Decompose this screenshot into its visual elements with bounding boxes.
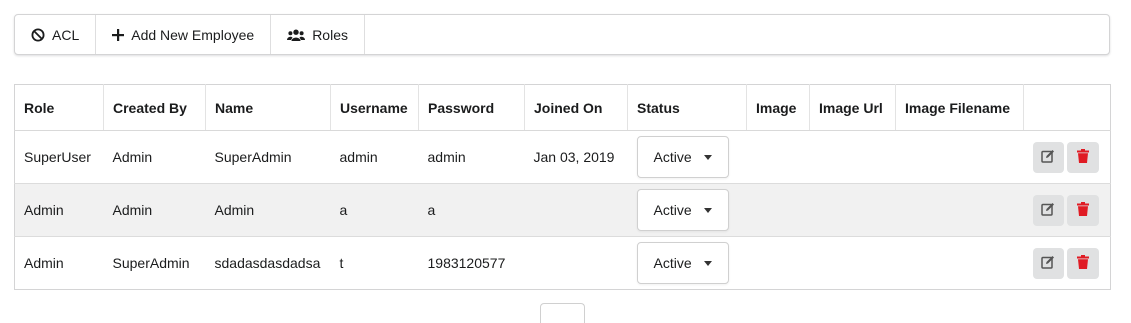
cell-status: Active: [627, 183, 747, 237]
status-dropdown-value: Active: [653, 149, 692, 165]
cell-created-by: Admin: [103, 130, 206, 184]
header-role[interactable]: Role: [14, 84, 104, 131]
cell-actions: [1023, 183, 1111, 237]
plus-icon: [112, 28, 125, 41]
cell-created-by: SuperAdmin: [112, 255, 190, 271]
cell-image-filename: [896, 237, 1024, 290]
cell-status: Active: [627, 130, 747, 184]
pagination-control[interactable]: [540, 303, 585, 323]
header-image-url[interactable]: Image Url: [809, 84, 896, 131]
caret-down-icon: [703, 207, 712, 213]
users-icon: [287, 29, 306, 41]
header-username[interactable]: Username: [330, 84, 419, 131]
trash-icon: [1077, 201, 1090, 219]
trash-icon: [1077, 148, 1090, 166]
cell-image-url: [809, 130, 896, 184]
header-created-by[interactable]: Created By: [103, 84, 206, 131]
cell-password: admin: [418, 130, 525, 184]
cell-name: Admin: [205, 183, 331, 237]
edit-icon: [1041, 149, 1055, 166]
table-row: Admin SuperAdmin sdadasdasdadsa t 198312…: [15, 237, 1111, 290]
cell-image: [747, 237, 810, 290]
toolbar: ACL Add New Employee Roles: [14, 14, 1110, 55]
roles-button[interactable]: Roles: [271, 15, 365, 54]
edit-icon: [1041, 255, 1055, 272]
status-dropdown[interactable]: Active: [636, 136, 729, 178]
cell-image-url: [810, 237, 896, 290]
cell-image-url: [809, 183, 896, 237]
cell-password: a: [418, 183, 525, 237]
delete-button[interactable]: [1067, 194, 1099, 226]
edit-button[interactable]: [1032, 247, 1065, 279]
cell-image: [746, 130, 810, 184]
header-image[interactable]: Image: [746, 84, 810, 131]
cell-joined-on: Jan 03, 2019: [524, 130, 628, 184]
cell-joined-on: [525, 237, 628, 290]
cell-username: admin: [330, 130, 419, 184]
cell-actions: [1023, 130, 1111, 184]
edit-icon: [1041, 202, 1055, 219]
cell-created-by: Admin: [103, 183, 206, 237]
cell-password: 1983120577: [427, 255, 506, 271]
employee-table: Role Created By Name Username Password J…: [14, 84, 1111, 290]
status-dropdown-value: Active: [653, 202, 692, 218]
cell-joined-on: [524, 183, 628, 237]
table-row: SuperUser Admin SuperAdmin admin admin J…: [14, 130, 1111, 184]
caret-down-icon: [703, 154, 712, 160]
cell-username: t: [339, 255, 344, 271]
cell-actions: [1024, 237, 1111, 290]
cell-name: SuperAdmin: [205, 130, 331, 184]
table-row: Admin Admin Admin a a Active: [14, 183, 1111, 237]
acl-button[interactable]: ACL: [15, 15, 97, 54]
delete-button[interactable]: [1067, 247, 1099, 279]
cell-image: [746, 183, 810, 237]
table-header-row: Role Created By Name Username Password J…: [14, 84, 1111, 131]
header-image-filename[interactable]: Image Filename: [895, 84, 1024, 131]
edit-button[interactable]: [1032, 194, 1065, 226]
header-status[interactable]: Status: [627, 84, 747, 131]
cell-role: SuperUser: [14, 130, 104, 184]
trash-icon: [1077, 254, 1090, 272]
add-new-employee-button[interactable]: Add New Employee: [96, 15, 272, 54]
status-dropdown[interactable]: Active: [636, 242, 729, 284]
header-actions: [1023, 84, 1111, 131]
ban-icon: [31, 28, 45, 42]
cell-role: Admin: [24, 255, 64, 271]
header-name[interactable]: Name: [205, 84, 331, 131]
add-new-employee-label: Add New Employee: [131, 26, 255, 43]
caret-down-icon: [703, 260, 712, 266]
cell-image-filename: [895, 130, 1024, 184]
cell-image-filename: [895, 183, 1024, 237]
acl-button-label: ACL: [52, 26, 80, 43]
cell-status: Active: [628, 237, 747, 290]
edit-button[interactable]: [1032, 141, 1065, 173]
roles-button-label: Roles: [312, 26, 348, 43]
cell-name: sdadasdasdadsa: [214, 255, 321, 271]
status-dropdown-value: Active: [653, 255, 692, 271]
delete-button[interactable]: [1067, 141, 1099, 173]
status-dropdown[interactable]: Active: [636, 189, 729, 231]
header-password[interactable]: Password: [418, 84, 525, 131]
cell-username: a: [330, 183, 419, 237]
header-joined-on[interactable]: Joined On: [524, 84, 628, 131]
cell-role: Admin: [14, 183, 104, 237]
